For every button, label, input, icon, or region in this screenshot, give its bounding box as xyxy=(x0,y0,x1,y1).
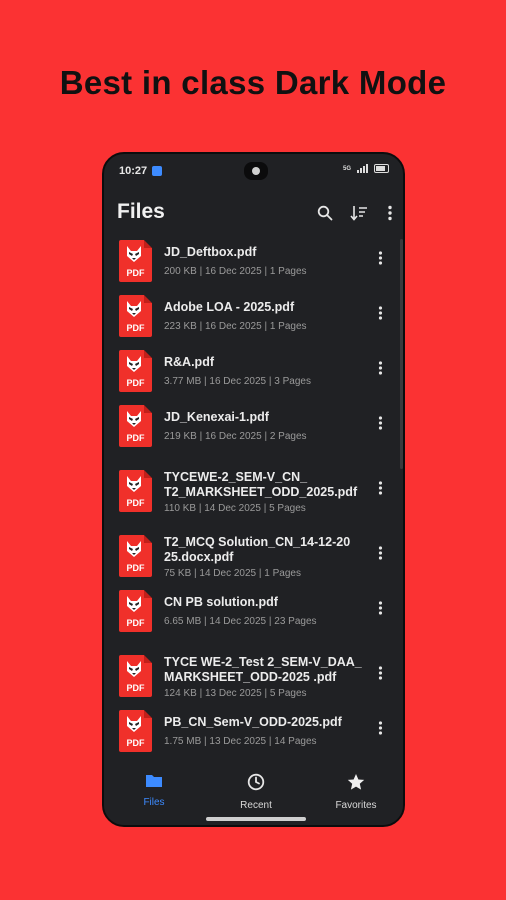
file-meta: 6.65 MB | 14 Dec 2025 | 23 Pages xyxy=(164,616,317,627)
promo-headline: Best in class Dark Mode xyxy=(59,64,447,101)
signal-icon xyxy=(357,164,368,173)
file-row[interactable]: PDF R&A.pdf 3.77 MB | 16 Dec 2025 | 3 Page… xyxy=(104,349,403,401)
file-meta: 110 KB | 14 Dec 2025 | 5 Pages xyxy=(164,503,306,514)
bottom-navigation: Files Recent Favorites xyxy=(104,759,403,825)
file-meta: 1.75 MB | 13 Dec 2025 | 14 Pages xyxy=(164,736,317,747)
nav-recent[interactable]: Recent xyxy=(216,773,296,811)
app-bar: Files xyxy=(104,196,403,232)
network-label: 5G xyxy=(342,165,351,172)
pdf-label: PDF xyxy=(126,683,145,693)
pdf-file-icon: PDF xyxy=(119,295,152,337)
nav-favorites-label: Favorites xyxy=(335,800,377,811)
file-more-icon[interactable] xyxy=(372,542,388,564)
nav-files[interactable]: Files xyxy=(114,773,194,808)
pdf-file-icon: PDF xyxy=(119,240,152,282)
pdf-file-icon: PDF xyxy=(119,470,152,512)
pdf-label: PDF xyxy=(126,378,145,388)
file-meta: 75 KB | 14 Dec 2025 | 1 Pages xyxy=(164,568,301,579)
home-indicator[interactable] xyxy=(206,817,306,821)
pdf-file-icon: PDF xyxy=(119,405,152,447)
file-meta: 200 KB | 16 Dec 2025 | 1 Pages xyxy=(164,266,307,277)
pdf-file-icon: PDF xyxy=(119,350,152,392)
nav-favorites[interactable]: Favorites xyxy=(316,773,396,811)
file-more-icon[interactable] xyxy=(372,662,388,684)
pdf-label: PDF xyxy=(126,323,145,333)
status-indicators: 5G xyxy=(343,164,389,173)
status-bar: 10:27 5G xyxy=(104,154,403,190)
search-icon[interactable] xyxy=(314,202,336,224)
file-more-icon[interactable] xyxy=(372,597,388,619)
pdf-label: PDF xyxy=(126,498,145,508)
pdf-file-icon: PDF xyxy=(119,710,152,752)
file-more-icon[interactable] xyxy=(372,247,388,269)
more-vert-icon[interactable] xyxy=(379,202,401,224)
file-meta: 124 KB | 13 Dec 2025 | 5 Pages xyxy=(164,688,307,699)
file-row[interactable]: PDF TYCEWE-2_SEM-V_CN_ T2_MARKSHEET_ODD_2… xyxy=(104,464,403,526)
file-meta: 219 KB | 16 Dec 2025 | 2 Pages xyxy=(164,431,307,442)
page-title: Files xyxy=(117,200,165,223)
clock-icon xyxy=(247,773,265,791)
file-meta: 223 KB | 16 Dec 2025 | 1 Pages xyxy=(164,321,307,332)
pdf-file-icon: PDF xyxy=(119,655,152,697)
file-name: T2_MCQ Solution_CN_14-12-20 25.docx.pdf xyxy=(164,535,351,564)
file-more-icon[interactable] xyxy=(372,717,388,739)
nav-files-label: Files xyxy=(143,797,165,808)
file-row[interactable]: PDF PB_CN_Sem-V_ODD-2025.pdf 1.75 MB | 13 … xyxy=(104,709,403,761)
file-row[interactable]: PDF Adobe LOA - 2025.pdf 223 KB | 16 Dec 2… xyxy=(104,294,403,346)
file-more-icon[interactable] xyxy=(372,302,388,324)
file-meta: 3.77 MB | 16 Dec 2025 | 3 Pages xyxy=(164,376,311,387)
battery-icon xyxy=(374,164,389,173)
pdf-label: PDF xyxy=(126,268,145,278)
pdf-label: PDF xyxy=(126,738,145,748)
file-name: JD_Kenexai-1.pdf xyxy=(164,410,269,424)
file-name: R&A.pdf xyxy=(164,355,214,369)
status-time: 10:27 xyxy=(119,165,148,177)
file-name: PB_CN_Sem-V_ODD-2025.pdf xyxy=(164,715,342,729)
nav-recent-label: Recent xyxy=(240,800,272,811)
pdf-file-icon: PDF xyxy=(119,590,152,632)
pdf-label: PDF xyxy=(126,563,145,573)
file-more-icon[interactable] xyxy=(372,412,388,434)
star-icon xyxy=(347,774,365,790)
folder-icon xyxy=(146,775,162,787)
file-more-icon[interactable] xyxy=(372,357,388,379)
phone-screen: 10:27 5G Files PDF JD_Deftbox.pdf 200 KB |… xyxy=(102,152,405,827)
pdf-file-icon: PDF xyxy=(119,535,152,577)
file-name: Adobe LOA - 2025.pdf xyxy=(164,300,295,314)
file-name: JD_Deftbox.pdf xyxy=(164,245,257,259)
pdf-label: PDF xyxy=(126,433,145,443)
file-row[interactable]: PDF T2_MCQ Solution_CN_14-12-20 25.docx.p… xyxy=(104,529,403,591)
file-name: TYCEWE-2_SEM-V_CN_ T2_MARKSHEET_ODD_2025… xyxy=(164,470,358,499)
file-name: TYCE WE-2_Test 2_SEM-V_DAA_ MARKSHEET_OD… xyxy=(164,655,362,684)
file-more-icon[interactable] xyxy=(372,477,388,499)
camera-cutout xyxy=(244,162,268,180)
file-row[interactable]: PDF CN PB solution.pdf 6.65 MB | 14 Dec 20… xyxy=(104,589,403,641)
file-row[interactable]: PDF JD_Deftbox.pdf 200 KB | 16 Dec 2025 | … xyxy=(104,239,403,291)
pdf-label: PDF xyxy=(126,618,145,628)
file-name: CN PB solution.pdf xyxy=(164,595,278,609)
notification-icon xyxy=(152,166,162,176)
file-row[interactable]: PDF TYCE WE-2_Test 2_SEM-V_DAA_ MARKSHEET… xyxy=(104,649,403,711)
file-row[interactable]: PDF JD_Kenexai-1.pdf 219 KB | 16 Dec 2025 … xyxy=(104,404,403,456)
sort-icon[interactable] xyxy=(348,202,370,224)
